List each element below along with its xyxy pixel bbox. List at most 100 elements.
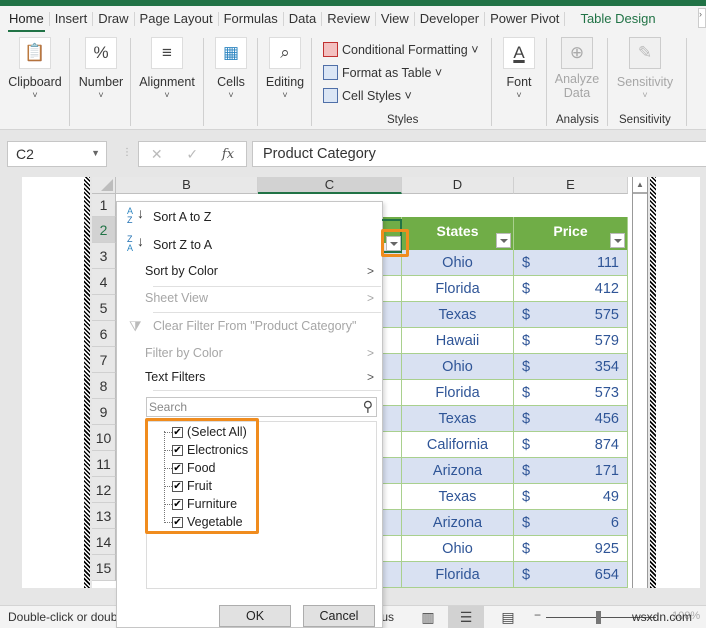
price-cell[interactable]: $49 xyxy=(514,484,628,510)
state-cell[interactable]: Ohio xyxy=(402,354,514,380)
text-filters[interactable]: Text Filters > xyxy=(117,365,382,389)
price-cell[interactable]: $579 xyxy=(514,328,628,354)
name-box[interactable]: C2 ▼ xyxy=(7,141,107,167)
filter-search-input[interactable]: Search ⚲ xyxy=(146,397,377,417)
conditional-formatting-button[interactable]: Conditional Formatting ˅ xyxy=(323,38,479,61)
page-break-preview-button[interactable]: ▤ xyxy=(490,606,526,628)
row-header-15[interactable]: 15 xyxy=(92,555,116,581)
row-header-6[interactable]: 6 xyxy=(92,321,116,347)
alignment-group[interactable]: ≡ Alignment ˅ xyxy=(136,32,198,130)
column-header-d[interactable]: D xyxy=(402,177,514,194)
column-header-c[interactable]: C xyxy=(258,177,402,194)
clipboard-icon: 📋 xyxy=(19,37,51,69)
ok-button[interactable]: OK xyxy=(219,605,291,627)
row-header-4[interactable]: 4 xyxy=(92,269,116,295)
column-header-b[interactable]: B xyxy=(116,177,258,194)
font-group[interactable]: A Font ˅ xyxy=(500,32,538,130)
clear-filter-icon: ⧩ xyxy=(129,318,142,334)
tab-page-layout[interactable]: Page Layout xyxy=(135,12,219,26)
state-cell[interactable]: Texas xyxy=(402,484,514,510)
formula-input[interactable]: Product Category xyxy=(252,141,706,167)
price-cell[interactable]: $925 xyxy=(514,536,628,562)
normal-view-button[interactable]: ▥ xyxy=(410,606,446,628)
divider xyxy=(257,38,258,126)
tab-table-design[interactable]: Table Design xyxy=(575,12,660,26)
tab-review[interactable]: Review xyxy=(322,12,376,26)
cancel-icon[interactable]: ✕ xyxy=(151,146,163,163)
tab-data[interactable]: Data xyxy=(284,12,323,26)
sheet-view[interactable]: Sheet View > xyxy=(117,286,382,310)
state-cell[interactable]: Texas xyxy=(402,406,514,432)
state-cell[interactable]: Arizona xyxy=(402,458,514,484)
zoom-slider-thumb[interactable] xyxy=(596,611,601,624)
tab-power-pivot[interactable]: Power Pivot xyxy=(485,12,566,26)
format-as-table-button[interactable]: Format as Table ˅ xyxy=(323,61,479,84)
chevron-down-icon[interactable]: ▼ xyxy=(91,148,100,158)
column-header-e[interactable]: E xyxy=(514,177,628,194)
sort-z-to-a[interactable]: Z A ↓ Sort Z to A xyxy=(117,233,382,257)
filter-by-color[interactable]: Filter by Color > xyxy=(117,341,382,365)
state-cell[interactable]: Florida xyxy=(402,562,514,588)
vertical-scrollbar[interactable]: ▲ xyxy=(632,177,648,588)
row-header-8[interactable]: 8 xyxy=(92,373,116,399)
row-header-12[interactable]: 12 xyxy=(92,477,116,503)
row-header-7[interactable]: 7 xyxy=(92,347,116,373)
state-cell[interactable]: Ohio xyxy=(402,250,514,276)
state-cell[interactable]: Florida xyxy=(402,276,514,302)
row-header-9[interactable]: 9 xyxy=(92,399,116,425)
tab-formulas[interactable]: Formulas xyxy=(219,12,284,26)
state-cell[interactable]: Texas xyxy=(402,302,514,328)
price-cell[interactable]: $412 xyxy=(514,276,628,302)
tab-draw[interactable]: Draw xyxy=(93,12,135,26)
cancel-button[interactable]: Cancel xyxy=(303,605,375,627)
enter-icon[interactable]: ✓ xyxy=(186,146,198,163)
page-layout-view-button[interactable]: ☰ xyxy=(448,606,484,628)
price-cell[interactable]: $874 xyxy=(514,432,628,458)
row-header-2[interactable]: 2 xyxy=(92,217,116,243)
tab-view[interactable]: View xyxy=(376,12,415,26)
select-all-corner[interactable] xyxy=(92,177,116,194)
ribbon-scroll-right-button[interactable]: › xyxy=(698,8,706,28)
cells-group[interactable]: ▦ Cells ˅ xyxy=(212,32,250,130)
sort-by-color-label: Sort by Color xyxy=(145,264,218,278)
price-cell[interactable]: $354 xyxy=(514,354,628,380)
price-cell[interactable]: $573 xyxy=(514,380,628,406)
price-value: 573 xyxy=(594,384,619,401)
price-cell[interactable]: $575 xyxy=(514,302,628,328)
tab-developer[interactable]: Developer xyxy=(415,12,486,26)
tab-insert[interactable]: Insert xyxy=(50,12,94,26)
row-header-3[interactable]: 3 xyxy=(92,243,116,269)
cell-styles-button[interactable]: Cell Styles ˅ xyxy=(323,84,479,107)
clear-filter[interactable]: ⧩ Clear Filter From "Product Category" xyxy=(117,314,382,338)
price-cell[interactable]: $6 xyxy=(514,510,628,536)
insert-function-icon[interactable]: fx xyxy=(222,147,234,162)
state-cell[interactable]: California xyxy=(402,432,514,458)
clipboard-group[interactable]: 📋 Clipboard ˅ xyxy=(8,32,62,130)
number-group[interactable]: % Number ˅ xyxy=(76,32,126,130)
row-header-1[interactable]: 1 xyxy=(92,194,116,217)
number-label: Number xyxy=(78,75,124,89)
zoom-out-button[interactable]: − xyxy=(534,608,541,622)
row-header-5[interactable]: 5 xyxy=(92,295,116,321)
row-header-11[interactable]: 11 xyxy=(92,451,116,477)
state-cell[interactable]: Arizona xyxy=(402,510,514,536)
filter-dropdown-button-states[interactable] xyxy=(496,233,511,248)
sort-a-to-z[interactable]: A Z ↓ Sort A to Z xyxy=(117,205,382,229)
editing-group[interactable]: ⌕ Editing ˅ xyxy=(264,32,306,130)
state-cell[interactable]: Florida xyxy=(402,380,514,406)
row-header-14[interactable]: 14 xyxy=(92,529,116,555)
splitter-handle[interactable]: ⋮ xyxy=(122,147,132,158)
scroll-up-icon[interactable]: ▲ xyxy=(633,177,647,194)
page-margin-left xyxy=(22,177,86,588)
price-cell[interactable]: $111 xyxy=(514,250,628,276)
row-header-13[interactable]: 13 xyxy=(92,503,116,529)
price-cell[interactable]: $654 xyxy=(514,562,628,588)
row-header-10[interactable]: 10 xyxy=(92,425,116,451)
price-cell[interactable]: $456 xyxy=(514,406,628,432)
tab-home[interactable]: Home xyxy=(4,12,50,32)
sort-by-color[interactable]: Sort by Color > xyxy=(117,259,382,283)
filter-dropdown-button-price[interactable] xyxy=(610,233,625,248)
price-cell[interactable]: $171 xyxy=(514,458,628,484)
state-cell[interactable]: Ohio xyxy=(402,536,514,562)
state-cell[interactable]: Hawaii xyxy=(402,328,514,354)
